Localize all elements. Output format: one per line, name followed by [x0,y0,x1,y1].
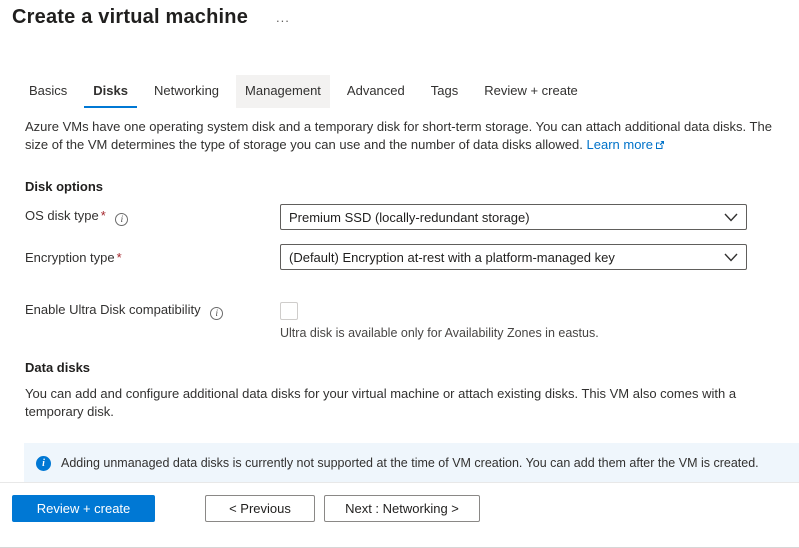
os-disk-type-value: Premium SSD (locally-redundant storage) [289,210,530,225]
required-mark: * [117,250,122,265]
os-disk-type-label: OS disk type* i [25,208,280,226]
ultra-disk-info-icon[interactable]: i [210,307,223,320]
learn-more-label: Learn more [587,137,653,152]
wizard-tabs: Basics Disks Networking Management Advan… [20,75,787,108]
info-icon: i [36,456,51,471]
tab-networking[interactable]: Networking [145,75,228,108]
info-banner: i Adding unmanaged data disks is current… [24,443,799,484]
intro-text: Azure VMs have one operating system disk… [25,118,783,155]
ultra-disk-label-text: Enable Ultra Disk compatibility [25,302,201,317]
ultra-disk-label: Enable Ultra Disk compatibility i [25,302,280,320]
os-disk-type-label-text: OS disk type [25,208,99,223]
data-disks-heading: Data disks [25,360,785,375]
ultra-disk-helper-text: Ultra disk is available only for Availab… [280,326,785,340]
ultra-disk-control: Ultra disk is available only for Availab… [280,302,785,340]
ultra-disk-checkbox[interactable] [280,302,298,320]
info-banner-text: Adding unmanaged data disks is currently… [61,455,759,472]
tab-tags[interactable]: Tags [422,75,467,108]
next-networking-button[interactable]: Next : Networking > [324,495,480,522]
chevron-down-icon [724,250,738,265]
review-create-button[interactable]: Review + create [12,495,155,522]
encryption-type-select[interactable]: (Default) Encryption at-rest with a plat… [280,244,747,270]
os-disk-type-select[interactable]: Premium SSD (locally-redundant storage) [280,204,747,230]
disk-options-heading: Disk options [25,179,785,194]
more-options-button[interactable]: ... [276,10,290,25]
page-header: Create a virtual machine ... [12,6,787,29]
previous-button[interactable]: < Previous [205,495,315,522]
page-title: Create a virtual machine [12,6,248,29]
tab-review-create[interactable]: Review + create [475,75,587,108]
encryption-type-value: (Default) Encryption at-rest with a plat… [289,250,615,265]
encryption-type-label-text: Encryption type [25,250,115,265]
chevron-down-icon [724,210,738,225]
external-link-icon [655,137,665,155]
required-mark: * [101,208,106,223]
encryption-type-row: Encryption type* (Default) Encryption at… [25,244,785,270]
encryption-type-label: Encryption type* [25,250,280,265]
tab-basics[interactable]: Basics [20,75,76,108]
footer-action-bar: Review + create < Previous Next : Networ… [0,482,799,548]
disks-tab-content: Azure VMs have one operating system disk… [25,118,785,484]
ultra-disk-row: Enable Ultra Disk compatibility i Ultra … [25,302,785,340]
tab-management[interactable]: Management [236,75,330,108]
tab-disks[interactable]: Disks [84,75,137,108]
encryption-type-control: (Default) Encryption at-rest with a plat… [280,244,785,270]
create-vm-page: Create a virtual machine ... Basics Disk… [0,0,799,484]
data-disks-text: You can add and configure additional dat… [25,385,783,421]
os-disk-type-info-icon[interactable]: i [115,213,128,226]
os-disk-type-control: Premium SSD (locally-redundant storage) [280,204,785,230]
os-disk-type-row: OS disk type* i Premium SSD (locally-red… [25,204,785,230]
learn-more-link[interactable]: Learn more [587,137,665,152]
tab-advanced[interactable]: Advanced [338,75,414,108]
